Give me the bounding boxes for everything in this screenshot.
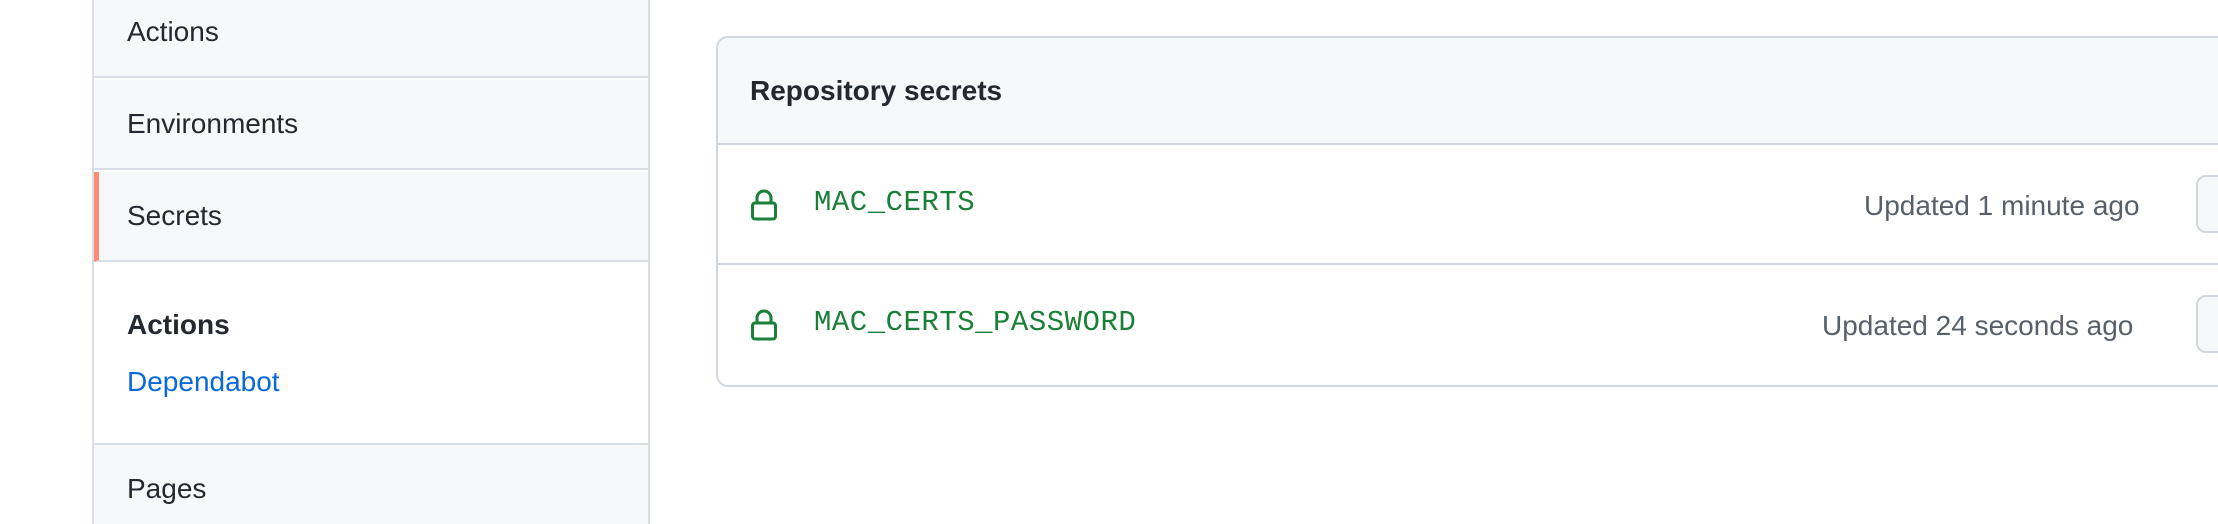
settings-page: Actions Environments Secrets Actions Dep… xyxy=(0,0,2218,524)
sidebar-item-label: Environments xyxy=(127,108,299,139)
sidebar-item-label: Pages xyxy=(127,473,207,504)
sidebar-item-pages[interactable]: Pages xyxy=(94,445,648,524)
settings-sidebar: Actions Environments Secrets Actions Dep… xyxy=(92,0,650,524)
secret-updated-time: Updated 1 minute ago xyxy=(1864,190,2140,221)
sidebar-subitem-dependabot[interactable]: Dependabot xyxy=(127,368,280,396)
lock-icon xyxy=(751,189,777,221)
update-secret-button[interactable] xyxy=(2196,295,2218,353)
secret-row: MAC_CERTS_PASSWORD Updated 24 seconds ag… xyxy=(718,265,2218,385)
secret-updated-time: Updated 24 seconds ago xyxy=(1822,310,2134,341)
sidebar-item-secrets[interactable]: Secrets xyxy=(94,172,648,262)
secret-name: MAC_CERTS xyxy=(814,186,976,219)
secret-row: MAC_CERTS Updated 1 minute ago xyxy=(718,145,2218,265)
lock-icon xyxy=(751,309,777,341)
sidebar-item-environments[interactable]: Environments xyxy=(94,80,648,170)
sidebar-item-actions[interactable]: Actions xyxy=(94,0,648,78)
sidebar-subgroup-secrets: Actions Dependabot xyxy=(94,263,648,445)
secret-name: MAC_CERTS_PASSWORD xyxy=(814,306,1137,339)
repository-secrets-box: Repository secrets MAC_CERTS Updated 1 m… xyxy=(716,36,2218,387)
sidebar-subitem-actions[interactable]: Actions xyxy=(127,311,230,339)
sidebar-item-label: Secrets xyxy=(127,200,222,231)
secrets-box-title: Repository secrets xyxy=(718,38,2218,145)
sidebar-item-label: Actions xyxy=(127,16,219,47)
update-secret-button[interactable] xyxy=(2196,175,2218,233)
